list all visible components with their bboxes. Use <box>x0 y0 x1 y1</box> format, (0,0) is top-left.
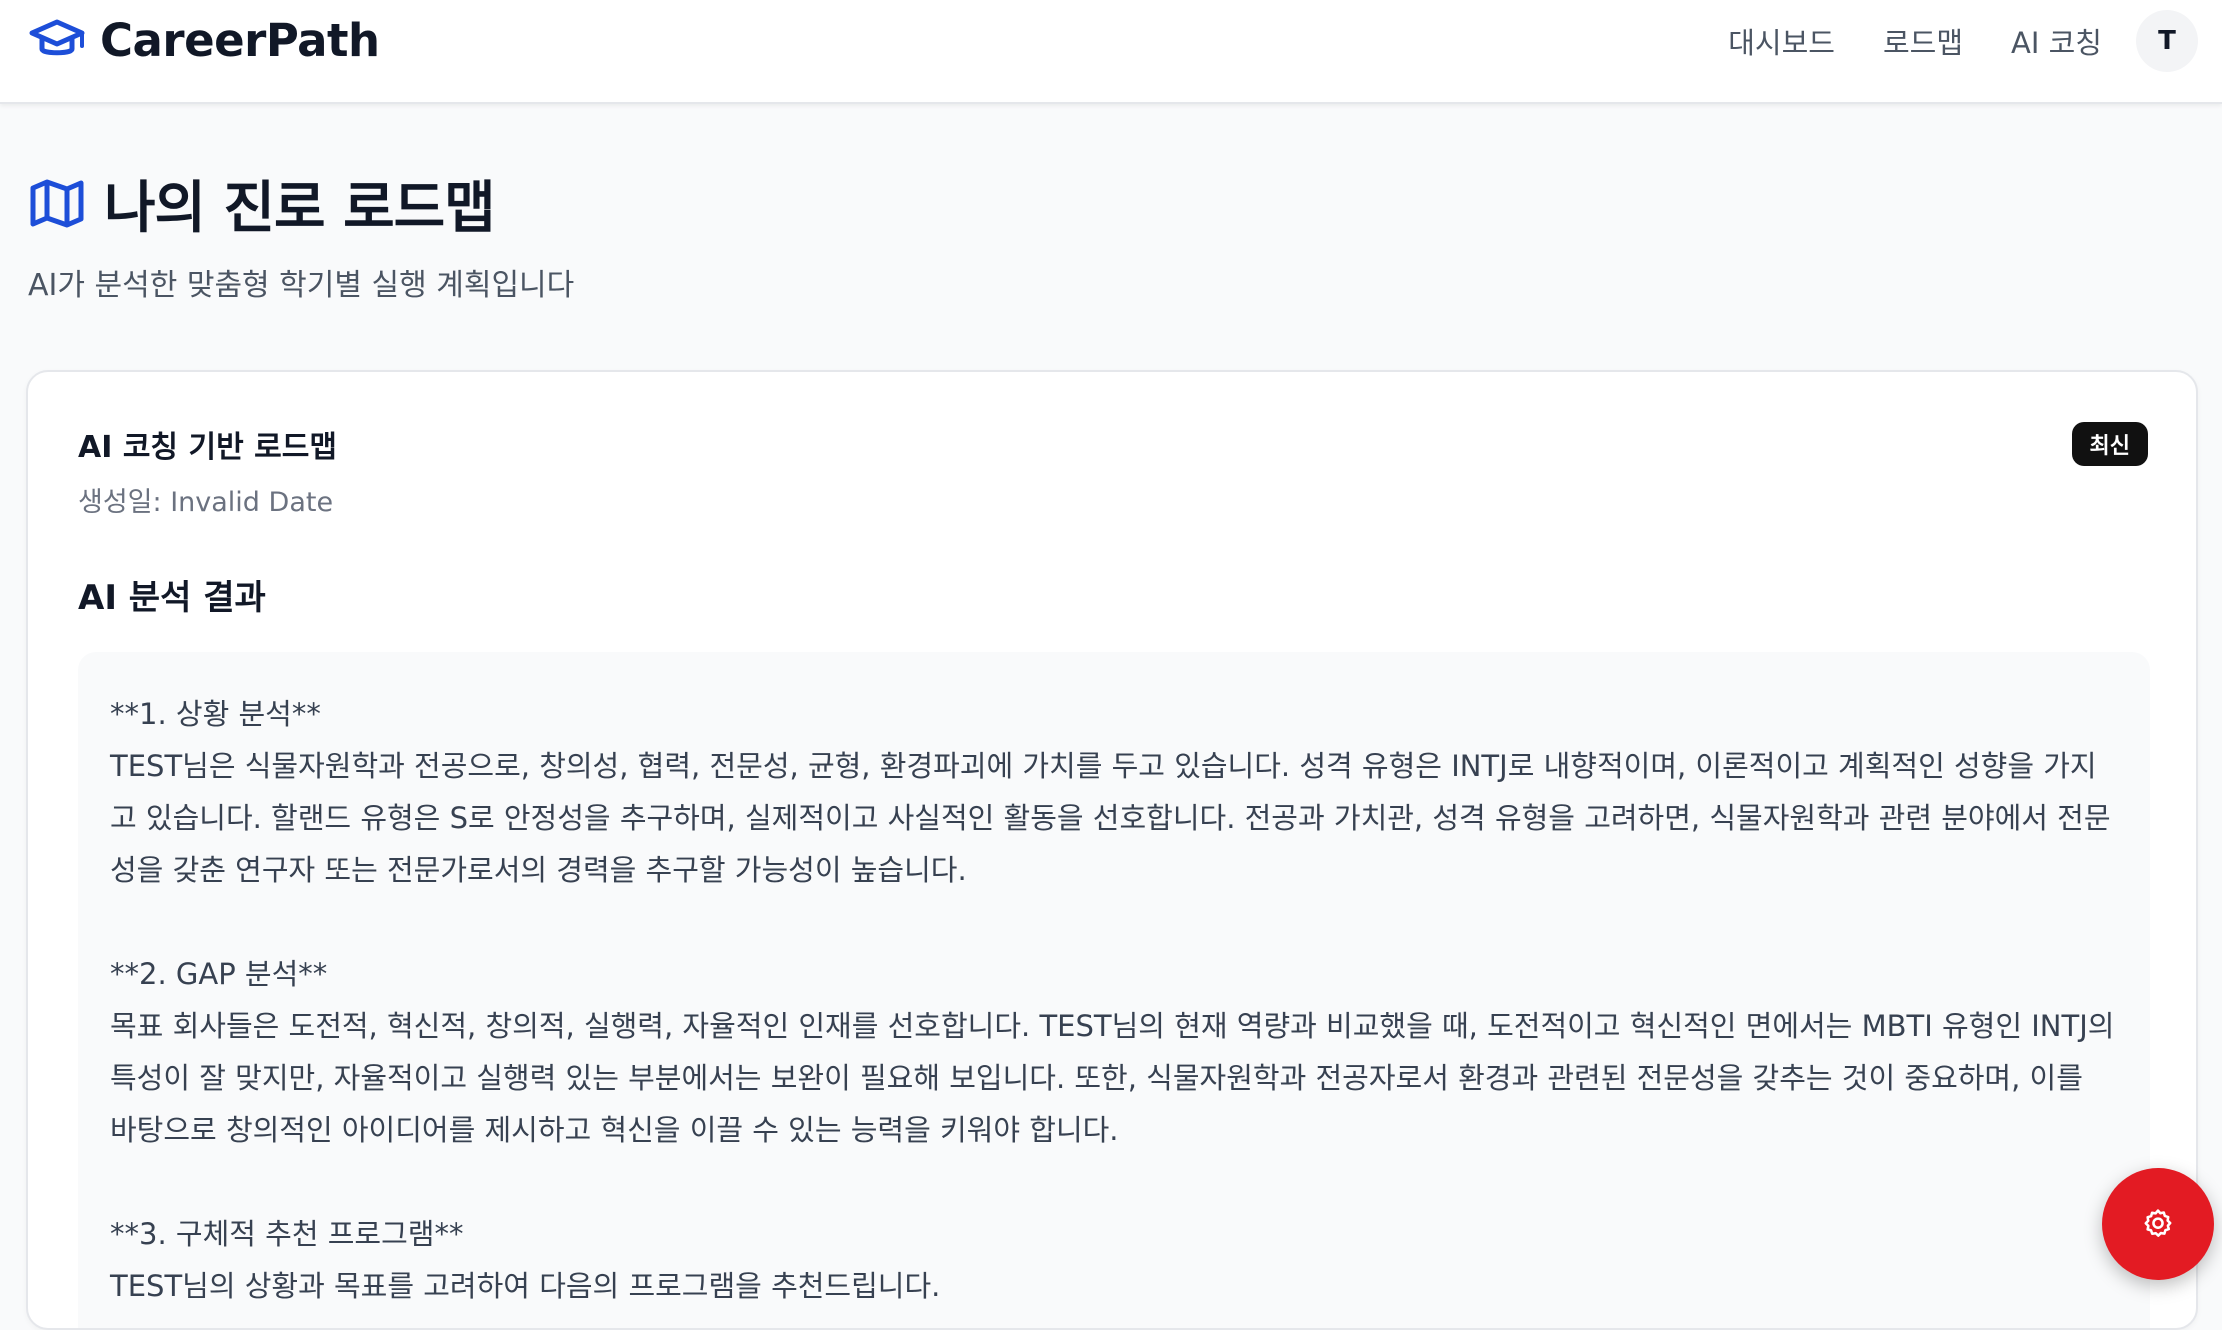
nav-ai-coaching[interactable]: AI 코칭 <box>2011 20 2102 62</box>
created-date: 생성일: Invalid Date <box>78 487 334 518</box>
latest-badge: 최신 <box>2071 422 2148 466</box>
page-title: 나의 진로 로드맵 <box>104 175 496 241</box>
graduation-cap-icon <box>29 19 85 56</box>
brand-name: CareerPath <box>100 13 380 67</box>
page-subtitle: AI가 분석한 맞춤형 학기별 실행 계획입니다 <box>28 268 575 303</box>
map-icon <box>30 179 84 228</box>
settings-fab-button[interactable] <box>2102 1168 2214 1280</box>
brand-logo[interactable]: CareerPath <box>28 13 380 67</box>
nav-dashboard[interactable]: 대시보드 <box>1728 20 1835 62</box>
gear-icon <box>2144 1209 2172 1237</box>
top-navbar: CareerPath 대시보드 로드맵 AI 코칭 T <box>0 0 2222 104</box>
analysis-result-box: **1. 상황 분석** TEST님은 식물자원학과 전공으로, 창의성, 협력… <box>78 652 2150 1328</box>
analysis-text: **1. 상황 분석** TEST님은 식물자원학과 전공으로, 창의성, 협력… <box>110 697 2115 1303</box>
roadmap-card: AI 코칭 기반 로드맵 생성일: Invalid Date 최신 AI 분석 … <box>26 370 2198 1330</box>
analysis-heading: AI 분석 결과 <box>78 578 266 618</box>
main-nav: 대시보드 로드맵 AI 코칭 T <box>1680 10 2198 72</box>
nav-roadmap[interactable]: 로드맵 <box>1883 20 1963 62</box>
user-avatar[interactable]: T <box>2136 10 2198 72</box>
card-title: AI 코칭 기반 로드맵 <box>78 430 337 465</box>
page-title-row: 나의 진로 로드맵 <box>28 168 496 241</box>
